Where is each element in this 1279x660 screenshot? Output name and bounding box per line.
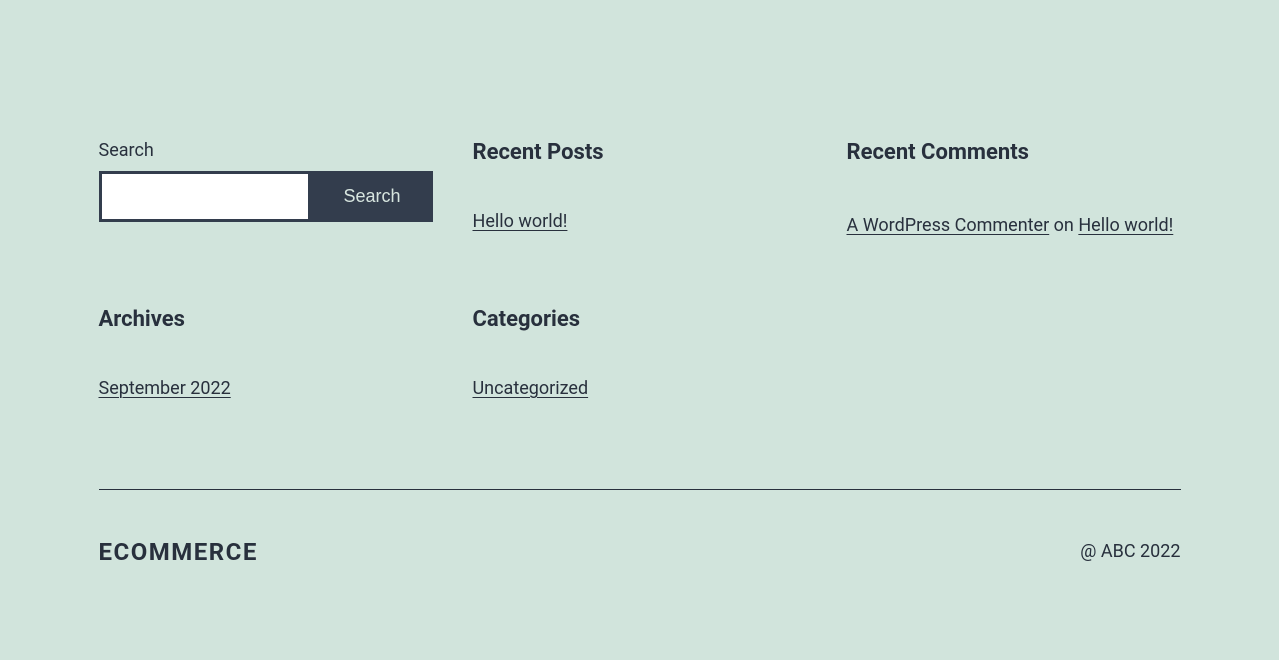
recent-posts-widget: Recent Posts Hello world! (473, 140, 807, 242)
search-input[interactable] (99, 171, 312, 222)
copyright-text: @ ABC 2022 (1080, 541, 1180, 562)
search-form: Search (99, 171, 433, 222)
search-button[interactable]: Search (311, 171, 432, 222)
content-container: Search Search Recent Posts Hello world! … (99, 0, 1181, 616)
recent-comments-heading: Recent Comments (847, 140, 1181, 165)
recent-comments-widget: Recent Comments A WordPress Commenter on… (847, 140, 1181, 242)
empty-widget-col (847, 307, 1181, 399)
widgets-row-1: Search Search Recent Posts Hello world! … (99, 140, 1181, 242)
footer: ECOMMERCE @ ABC 2022 (99, 538, 1181, 566)
recent-posts-heading: Recent Posts (473, 140, 807, 165)
category-link[interactable]: Uncategorized (473, 378, 589, 399)
search-widget: Search Search (99, 140, 433, 242)
categories-widget: Categories Uncategorized (473, 307, 807, 399)
footer-divider (99, 489, 1181, 490)
comment-on-text: on (1049, 215, 1078, 236)
comment-author-link[interactable]: A WordPress Commenter (847, 215, 1050, 236)
archives-widget: Archives September 2022 (99, 307, 433, 399)
archive-link[interactable]: September 2022 (99, 378, 231, 399)
search-label: Search (99, 140, 433, 161)
categories-heading: Categories (473, 307, 807, 332)
comment-item: A WordPress Commenter on Hello world! (847, 211, 1181, 242)
site-title-link[interactable]: ECOMMERCE (99, 538, 258, 566)
archives-heading: Archives (99, 307, 433, 332)
recent-post-link[interactable]: Hello world! (473, 211, 568, 232)
comment-post-link[interactable]: Hello world! (1078, 215, 1173, 236)
widgets-row-2: Archives September 2022 Categories Uncat… (99, 307, 1181, 399)
